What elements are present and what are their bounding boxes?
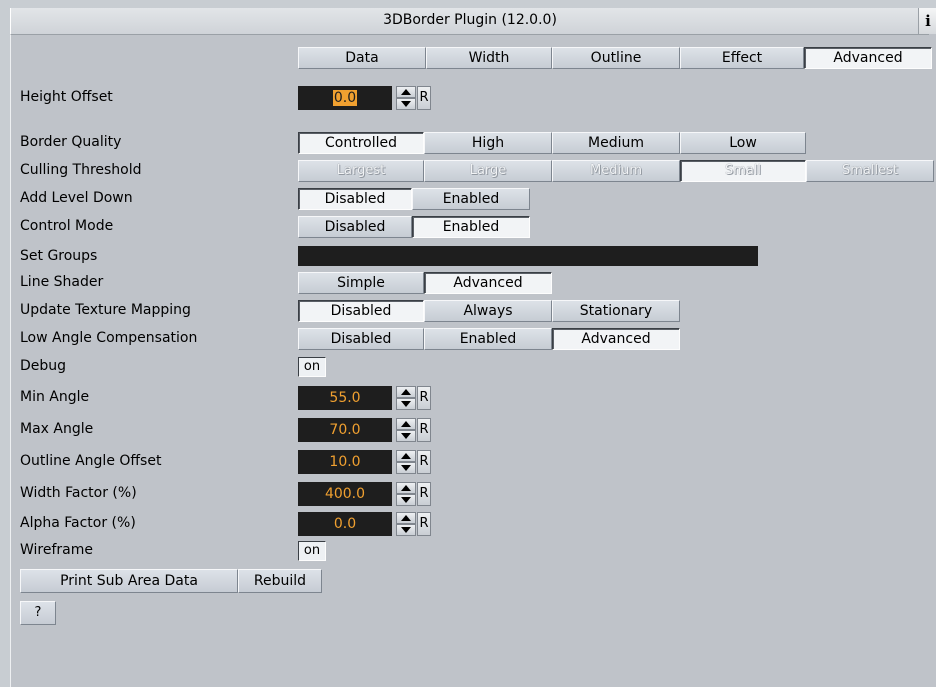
tab-width[interactable]: Width [426, 47, 552, 69]
add-level-down-disabled[interactable]: Disabled [298, 188, 412, 210]
tab-data[interactable]: Data [298, 47, 426, 69]
wireframe-label: Wireframe [20, 542, 94, 558]
tab-advanced[interactable]: Advanced [804, 47, 932, 69]
height-offset-input[interactable]: 0.0 [298, 86, 392, 110]
help-button[interactable]: ? [20, 601, 56, 625]
min-angle-label: Min Angle [20, 389, 90, 405]
border-quality-low[interactable]: Low [680, 132, 806, 154]
max-angle-reset-button[interactable]: R [417, 418, 431, 442]
culling-threshold-small[interactable]: Small [680, 160, 806, 182]
print-sub-area-data-button[interactable]: Print Sub Area Data [20, 569, 238, 593]
debug-toggle[interactable]: on [298, 357, 326, 377]
spin-down-icon[interactable] [396, 98, 416, 110]
outline-angle-offset-label: Outline Angle Offset [20, 453, 162, 469]
spin-up-icon[interactable] [396, 86, 416, 98]
alpha-factor-input[interactable]: 0.0 [298, 512, 392, 536]
tab-effect[interactable]: Effect [680, 47, 804, 69]
spin-down-icon[interactable] [396, 398, 416, 410]
window-title: 3DBorder Plugin (12.0.0) [383, 12, 557, 28]
add-level-down-label: Add Level Down [20, 190, 133, 206]
width-factor-reset-button[interactable]: R [417, 482, 431, 506]
set-groups-field[interactable] [298, 246, 758, 266]
debug-label: Debug [20, 358, 67, 374]
height-offset-reset-button[interactable]: R [417, 86, 431, 110]
spin-down-icon[interactable] [396, 430, 416, 442]
low-angle-compensation-label: Low Angle Compensation [20, 330, 198, 346]
spin-up-icon[interactable] [396, 418, 416, 430]
max-angle-label: Max Angle [20, 421, 94, 437]
control-mode-disabled[interactable]: Disabled [298, 216, 412, 238]
min-angle-spinner[interactable] [396, 386, 416, 410]
height-offset-spinner[interactable] [396, 86, 416, 110]
min-angle-input[interactable]: 55.0 [298, 386, 392, 410]
min-angle-reset-button[interactable]: R [417, 386, 431, 410]
max-angle-input[interactable]: 70.0 [298, 418, 392, 442]
alpha-factor-label: Alpha Factor (%) [20, 515, 136, 531]
add-level-down-enabled[interactable]: Enabled [412, 188, 530, 210]
width-factor-label: Width Factor (%) [20, 485, 137, 501]
spin-up-icon[interactable] [396, 386, 416, 398]
spin-down-icon[interactable] [396, 462, 416, 474]
spin-up-icon[interactable] [396, 450, 416, 462]
height-offset-label: Height Offset [20, 89, 113, 105]
border-quality-label: Border Quality [20, 134, 122, 150]
update-texture-mapping-always[interactable]: Always [424, 300, 552, 322]
spin-up-icon[interactable] [396, 482, 416, 494]
spin-down-icon[interactable] [396, 494, 416, 506]
culling-threshold-largest[interactable]: Largest [298, 160, 424, 182]
line-shader-simple[interactable]: Simple [298, 272, 424, 294]
border-quality-controlled[interactable]: Controlled [298, 132, 424, 154]
outline-angle-offset-reset-button[interactable]: R [417, 450, 431, 474]
update-texture-mapping-disabled[interactable]: Disabled [298, 300, 424, 322]
title-bar: 3DBorder Plugin (12.0.0) [10, 8, 929, 35]
spin-down-icon[interactable] [396, 524, 416, 536]
rebuild-button[interactable]: Rebuild [238, 569, 322, 593]
alpha-factor-reset-button[interactable]: R [417, 512, 431, 536]
line-shader-label: Line Shader [20, 274, 104, 290]
outline-angle-offset-spinner[interactable] [396, 450, 416, 474]
culling-threshold-smallest[interactable]: Smallest [806, 160, 934, 182]
update-texture-mapping-label: Update Texture Mapping [20, 302, 191, 318]
outline-angle-offset-input[interactable]: 10.0 [298, 450, 392, 474]
height-offset-value: 0.0 [332, 90, 358, 106]
control-mode-label: Control Mode [20, 218, 114, 234]
width-factor-spinner[interactable] [396, 482, 416, 506]
low-angle-compensation-disabled[interactable]: Disabled [298, 328, 424, 350]
tab-outline[interactable]: Outline [552, 47, 680, 69]
wireframe-toggle[interactable]: on [298, 541, 326, 561]
set-groups-label: Set Groups [20, 248, 98, 264]
spin-up-icon[interactable] [396, 512, 416, 524]
border-quality-high[interactable]: High [424, 132, 552, 154]
info-button[interactable]: i [918, 8, 936, 34]
culling-threshold-medium[interactable]: Medium [552, 160, 680, 182]
low-angle-compensation-enabled[interactable]: Enabled [424, 328, 552, 350]
max-angle-spinner[interactable] [396, 418, 416, 442]
border-quality-medium[interactable]: Medium [552, 132, 680, 154]
alpha-factor-spinner[interactable] [396, 512, 416, 536]
width-factor-input[interactable]: 400.0 [298, 482, 392, 506]
line-shader-advanced[interactable]: Advanced [424, 272, 552, 294]
low-angle-compensation-advanced[interactable]: Advanced [552, 328, 680, 350]
culling-threshold-large[interactable]: Large [424, 160, 552, 182]
control-mode-enabled[interactable]: Enabled [412, 216, 530, 238]
culling-threshold-label: Culling Threshold [20, 162, 142, 178]
update-texture-mapping-stationary[interactable]: Stationary [552, 300, 680, 322]
